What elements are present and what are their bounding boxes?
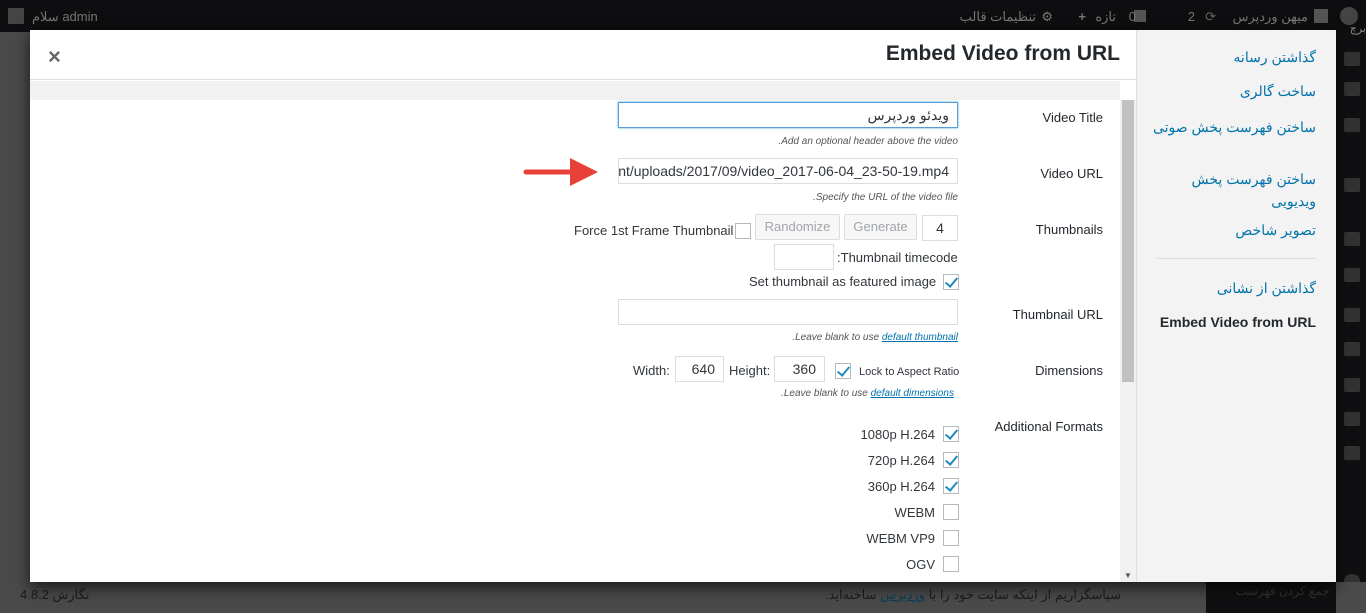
format-checkbox[interactable]	[943, 426, 959, 442]
thumbnail-url-hint: Leave blank to use default thumbnail.	[792, 332, 958, 343]
admin-menu	[1336, 32, 1366, 613]
embed-video-modal: برچ گذاشتن رسانه ساخت گالری ساختن فهرست …	[30, 23, 1366, 582]
format-checkbox[interactable]	[943, 452, 959, 468]
settings-icon[interactable]	[1344, 446, 1360, 460]
randomize-button[interactable]: Randomize	[755, 214, 840, 240]
thumbnail-url-input[interactable]	[618, 299, 958, 325]
admin-bar: میهن وردپرس ⟳ 2 0 + تازه ⚙ تنظیمات قالب …	[0, 0, 1366, 32]
menu-create-gallery[interactable]: ساخت گالری	[1151, 80, 1316, 102]
format-label: 1080p H.264	[860, 427, 935, 442]
force-first-frame-label: Force 1st Frame Thumbnail	[574, 223, 734, 238]
thanks-text: سپاسگزاریم از اینکه سایت خود را با	[925, 587, 1121, 602]
thumbnail-count-input[interactable]: 4	[922, 215, 958, 241]
menu-partial: برچ	[1349, 23, 1366, 35]
updates-icon: ⟳	[1205, 9, 1216, 24]
format-checkbox[interactable]	[943, 556, 959, 572]
video-title-input[interactable]: ویدئو وردپرس	[618, 102, 958, 128]
media-icon[interactable]	[1344, 52, 1360, 66]
lock-aspect-checkbox[interactable]	[835, 363, 851, 379]
format-checkbox[interactable]	[943, 504, 959, 520]
customize-link[interactable]: تنظیمات قالب	[960, 9, 1036, 25]
featured-image-label: Set thumbnail as featured image	[749, 274, 937, 289]
footer-thanks: سپاسگزاریم از اینکه سایت خود را با وردپر…	[825, 587, 1121, 603]
force-first-frame-checkbox[interactable]	[735, 223, 751, 239]
account-greeting[interactable]: سلام admin	[32, 9, 98, 25]
modal-header: Embed Video from URL ×	[30, 30, 1136, 80]
hint-text: Leave blank to use	[795, 332, 882, 343]
hint-text: Leave blank to use	[783, 388, 871, 399]
format-label: WEBM VP9	[866, 531, 935, 546]
collapse-menu[interactable]: جمع کردن فهرست	[1236, 584, 1330, 598]
users-icon[interactable]	[1344, 378, 1360, 392]
site-name-link[interactable]: میهن وردپرس	[1233, 9, 1308, 25]
thanks-text-end: ساخته‌اید.	[825, 587, 881, 602]
new-link[interactable]: تازه	[1095, 9, 1116, 25]
updates-count[interactable]: 2	[1188, 9, 1195, 24]
format-checkbox[interactable]	[943, 530, 959, 546]
height-label: Height:	[729, 363, 771, 378]
plus-icon: +	[1078, 9, 1086, 24]
height-input[interactable]: 360	[774, 356, 825, 382]
appearance-icon[interactable]	[1344, 268, 1360, 282]
pin-icon[interactable]	[1344, 178, 1360, 192]
video-url-hint: Specify the URL of the video file.	[813, 192, 958, 203]
format-label: WEBM	[894, 505, 935, 520]
additional-formats-label: Additional Formats	[994, 419, 1103, 434]
featured-image-checkbox[interactable]	[943, 274, 959, 290]
comments-menu-icon[interactable]	[1344, 118, 1360, 132]
menu-audio-playlist[interactable]: ساختن فهرست پخش صوتی	[1151, 116, 1316, 138]
gear-icon: ⚙	[1041, 9, 1053, 24]
menu-divider	[1157, 258, 1316, 259]
default-thumbnail-link[interactable]: default thumbnail	[882, 332, 958, 343]
menu-insert-from-url[interactable]: گذاشتن از نشانی	[1151, 277, 1316, 299]
thumbnails-label: Thumbnails	[1035, 222, 1103, 237]
modal-title: Embed Video from URL	[885, 42, 1120, 65]
video-title-hint: Add an optional header above the video.	[778, 136, 958, 147]
format-label: 360p H.264	[867, 479, 935, 494]
width-label: Width:	[633, 363, 670, 378]
thumbnail-url-label: Thumbnail URL	[1012, 307, 1103, 322]
format-label: OGV	[906, 557, 935, 572]
dimensions-label: Dimensions	[1035, 363, 1103, 378]
format-checkbox[interactable]	[943, 478, 959, 494]
menu-video-playlist[interactable]: ساختن فهرست پخش ویدیویی	[1151, 168, 1316, 212]
thumbnail-timecode-label: Thumbnail timecode:	[837, 250, 958, 265]
pages-icon[interactable]	[1344, 82, 1360, 96]
scroll-down-icon[interactable]: ▼	[1124, 571, 1132, 580]
avatar[interactable]	[8, 8, 24, 24]
lock-aspect-label: Lock to Aspect Ratio	[859, 366, 960, 378]
content-top-band	[30, 81, 1120, 100]
tools-icon[interactable]	[1344, 412, 1360, 426]
menu-featured-image[interactable]: تصویر شاخص	[1151, 219, 1316, 241]
menu-insert-media[interactable]: گذاشتن رسانه	[1151, 46, 1316, 68]
video-url-value: nt/uploads/2017/09/video_2017-06-04_23-5…	[618, 163, 949, 179]
media-menu: برچ گذاشتن رسانه ساخت گالری ساختن فهرست …	[1136, 23, 1366, 582]
default-dimensions-link[interactable]: default dimensions	[871, 388, 954, 399]
thumbnail-timecode-input[interactable]	[774, 244, 834, 270]
footer: جمع کردن فهرست سپاسگزاریم از اینکه سایت …	[0, 578, 1366, 613]
generate-button[interactable]: Generate	[844, 214, 917, 240]
video-url-input[interactable]: nt/uploads/2017/09/video_2017-06-04_23-5…	[618, 158, 958, 184]
gallery-icon[interactable]	[1344, 232, 1360, 246]
scrollbar[interactable]: ▼	[1120, 100, 1136, 582]
width-input[interactable]: 640	[675, 356, 724, 382]
video-url-label: Video URL	[1040, 166, 1103, 181]
red-arrow-icon	[523, 158, 598, 186]
close-button[interactable]: ×	[48, 44, 61, 70]
wordpress-link[interactable]: وردپرس	[880, 587, 925, 602]
version-text: نگارش 4.8.2	[20, 587, 90, 602]
video-title-label: Video Title	[1042, 110, 1103, 125]
dimensions-hint: Leave blank to use default dimensions.	[781, 388, 954, 399]
comments-count[interactable]: 0	[1129, 9, 1136, 24]
plugins-icon[interactable]	[1344, 308, 1360, 322]
format-label: 720p H.264	[867, 453, 935, 468]
menu-embed-video[interactable]: Embed Video from URL	[1151, 311, 1316, 333]
brush-icon[interactable]	[1344, 342, 1360, 356]
scrollbar-thumb[interactable]	[1122, 100, 1134, 382]
